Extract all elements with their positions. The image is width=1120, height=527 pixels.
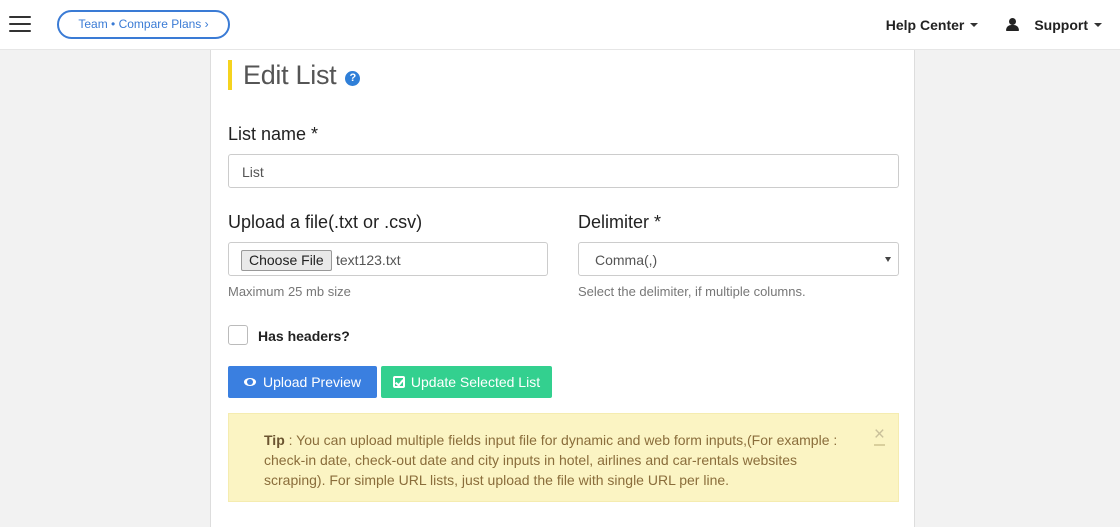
help-center-label: Help Center bbox=[885, 17, 965, 33]
top-navbar: Team • Compare Plans › Help Center Suppo… bbox=[0, 0, 1120, 50]
user-icon bbox=[1006, 18, 1020, 32]
check-square-icon bbox=[392, 376, 405, 388]
tip-alert: Tip : You can upload multiple fields inp… bbox=[228, 413, 899, 502]
upload-preview-button[interactable]: Upload Preview bbox=[228, 366, 377, 398]
nav-right: Help Center Support bbox=[886, 0, 1102, 50]
delimiter-help-text: Select the delimiter, if multiple column… bbox=[578, 284, 806, 299]
tip-title: Tip bbox=[264, 432, 285, 448]
upload-preview-label: Upload Preview bbox=[262, 374, 362, 390]
choose-file-button[interactable]: Choose File bbox=[241, 250, 332, 271]
update-selected-list-button[interactable]: Update Selected List bbox=[381, 366, 552, 398]
close-icon[interactable]: × bbox=[873, 425, 885, 446]
delimiter-select[interactable]: Comma(,) bbox=[578, 242, 899, 276]
eye-icon bbox=[243, 378, 256, 386]
tip-text: Tip : You can upload multiple fields inp… bbox=[264, 430, 844, 490]
file-name: text123.txt bbox=[336, 252, 401, 268]
tip-body: : You can upload multiple fields input f… bbox=[264, 432, 838, 488]
title-accent-bar bbox=[228, 60, 232, 90]
help-icon[interactable]: ? bbox=[345, 70, 361, 86]
chevron-down-icon bbox=[970, 23, 979, 27]
file-input[interactable]: Choose File text123.txt bbox=[228, 242, 548, 276]
chevron-down-icon bbox=[1094, 23, 1102, 27]
edit-list-panel: Edit List ? List name * List Upload a fi… bbox=[210, 50, 915, 527]
upload-help-text: Maximum 25 mb size bbox=[228, 284, 351, 299]
has-headers-checkbox[interactable] bbox=[228, 325, 248, 345]
page-title: Edit List bbox=[243, 59, 337, 90]
support-dropdown[interactable]: Support bbox=[1006, 17, 1102, 33]
list-name-label: List name * bbox=[228, 124, 319, 144]
support-label: Support bbox=[1034, 17, 1088, 33]
help-center-dropdown[interactable]: Help Center bbox=[886, 17, 979, 33]
list-name-value: List bbox=[242, 164, 264, 180]
page-heading: Edit List ? bbox=[228, 59, 361, 90]
menu-icon[interactable] bbox=[9, 16, 31, 33]
chevron-down-icon bbox=[885, 257, 891, 262]
delimiter-selected-value: Comma(,) bbox=[595, 252, 658, 268]
update-selected-list-label: Update Selected List bbox=[410, 374, 541, 390]
has-headers-label: Has headers? bbox=[258, 328, 350, 344]
delimiter-label: Delimiter * bbox=[578, 212, 662, 232]
upload-file-label: Upload a file(.txt or .csv) bbox=[228, 212, 423, 232]
team-compare-plans-button[interactable]: Team • Compare Plans › bbox=[57, 10, 230, 39]
list-name-input[interactable]: List bbox=[228, 154, 899, 188]
